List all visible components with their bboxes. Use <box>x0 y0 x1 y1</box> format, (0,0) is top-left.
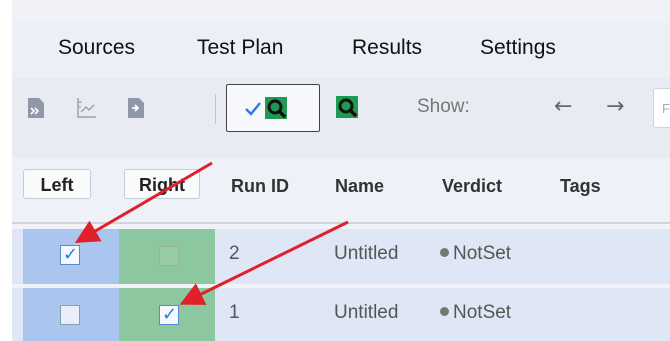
annotation-overlay <box>74 161 349 305</box>
annotation-arrow <box>74 161 213 244</box>
annotation-arrow <box>179 220 349 305</box>
